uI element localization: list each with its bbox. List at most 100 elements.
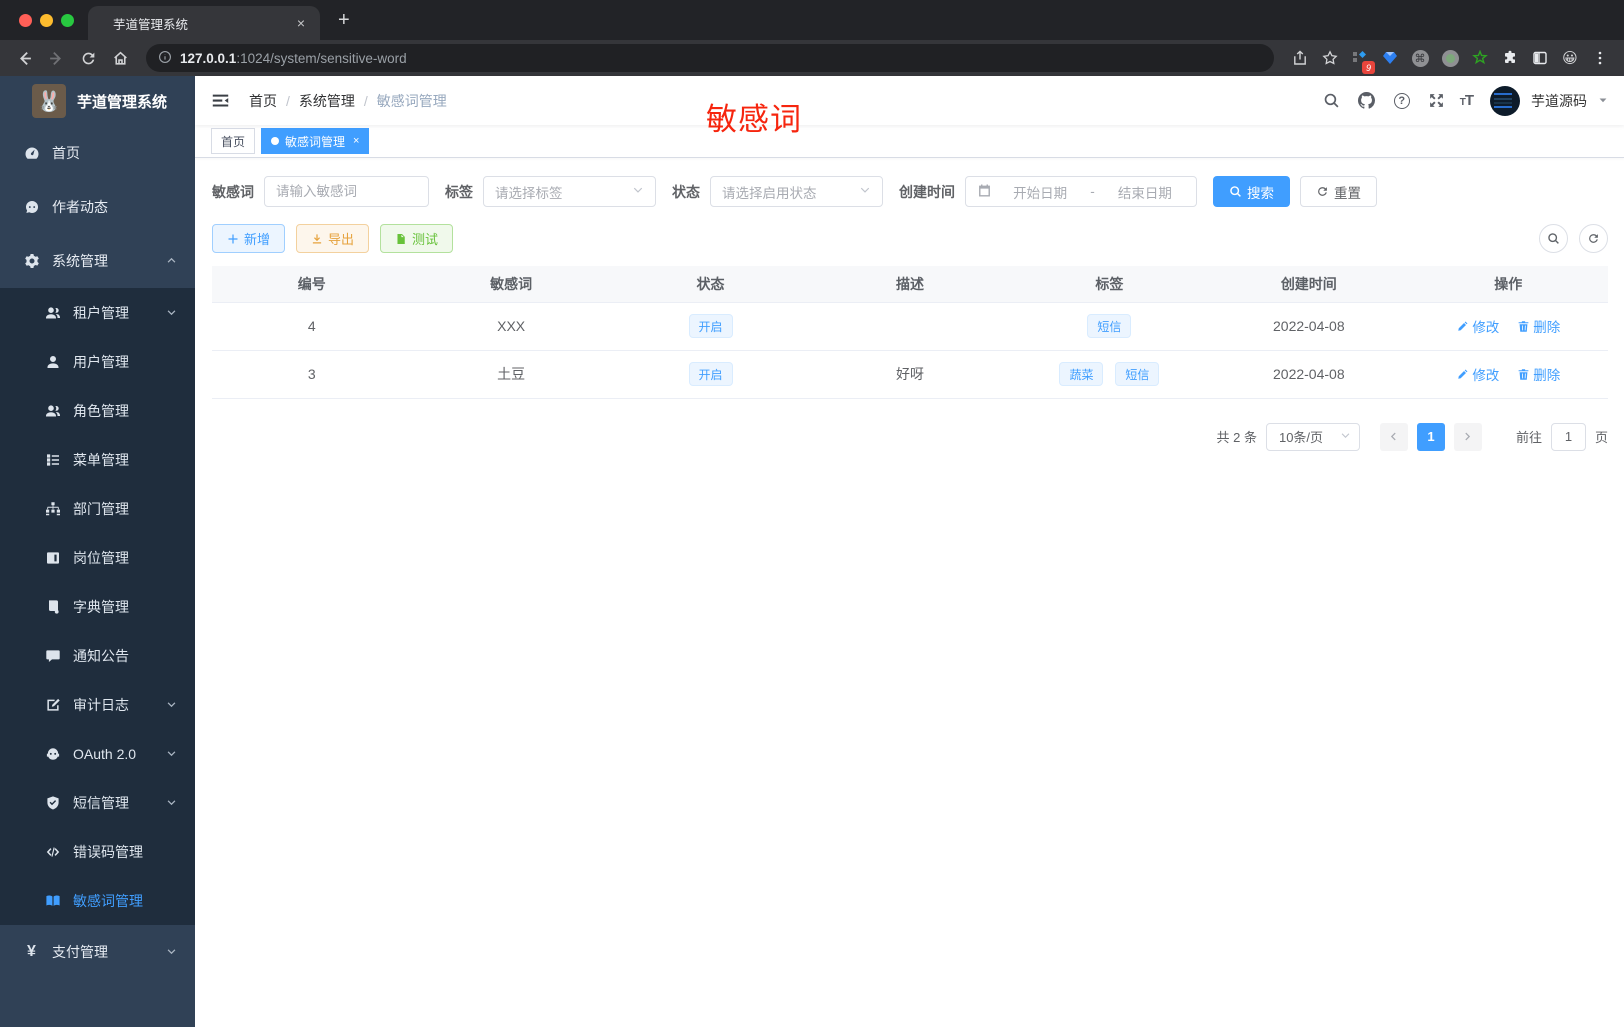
sidebar-item-dict[interactable]: 字典管理 — [0, 582, 195, 631]
cell-created: 2022-04-08 — [1209, 350, 1409, 399]
prev-page-icon[interactable] — [1379, 422, 1408, 451]
gear-icon — [23, 253, 40, 270]
col-created: 创建时间 — [1209, 266, 1409, 303]
close-window-button[interactable] — [19, 13, 32, 27]
sidebar-item-dept[interactable]: 部门管理 — [0, 484, 195, 533]
breadcrumb-system[interactable]: 系统管理 — [299, 91, 355, 111]
sidebar-item-role[interactable]: 角色管理 — [0, 386, 195, 435]
sidebar-item-oauth[interactable]: OAuth 2.0 — [0, 729, 195, 778]
goto-page-input[interactable] — [1550, 422, 1586, 451]
sidebar-item-sms[interactable]: 短信管理 — [0, 778, 195, 827]
page-number[interactable]: 1 — [1416, 422, 1445, 451]
home-icon[interactable] — [106, 44, 134, 72]
mac-window-controls[interactable] — [0, 0, 88, 40]
next-page-icon[interactable] — [1453, 422, 1482, 451]
fullscreen-icon[interactable] — [1425, 89, 1449, 113]
sidebar-item-home[interactable]: 首页 — [0, 126, 195, 180]
minimize-window-button[interactable] — [40, 13, 53, 27]
page-size-value: 10条/页 — [1278, 430, 1324, 445]
export-button[interactable]: 导出 — [296, 224, 370, 253]
sidebar-item-notice[interactable]: 通知公告 — [0, 631, 195, 680]
delete-link[interactable]: 删除 — [1517, 316, 1560, 336]
chevron-down-icon — [859, 184, 871, 199]
chevron-down-icon — [1340, 429, 1351, 444]
annotation-text: 敏感词 — [706, 102, 802, 137]
site-info-icon[interactable] — [158, 50, 172, 67]
sidebar-item-label: 支付管理 — [52, 944, 108, 960]
sidebar-item-system[interactable]: 系统管理 — [0, 234, 195, 288]
col-ops: 操作 — [1408, 266, 1608, 303]
sidebar-item-tenant[interactable]: 租户管理 — [0, 288, 195, 337]
word-input[interactable] — [276, 184, 417, 199]
close-tab-icon[interactable]: × — [292, 14, 310, 32]
table-header-row: 编号 敏感词 状态 描述 标签 创建时间 操作 — [212, 266, 1608, 303]
extension-command-icon[interactable]: ⌘ — [1406, 45, 1434, 71]
edit-link[interactable]: 修改 — [1456, 364, 1499, 384]
bookmark-star-icon[interactable] — [1316, 45, 1344, 71]
user-avatar[interactable] — [1490, 85, 1520, 116]
add-button[interactable]: 新增 — [212, 224, 286, 253]
user-menu-caret-icon[interactable] — [1598, 92, 1608, 110]
tag-badge: 蔬菜 — [1059, 362, 1104, 386]
profile-avatar-icon[interactable]: 😀 — [1556, 45, 1584, 71]
sidebar-item-audit-log[interactable]: 审计日志 — [0, 680, 195, 729]
test-button[interactable]: 测试 — [380, 224, 454, 253]
extension-tango-icon[interactable]: 9 — [1346, 45, 1375, 74]
sidebar-item-error-code[interactable]: 错误码管理 — [0, 827, 195, 876]
sidebar-item-menu[interactable]: 菜单管理 — [0, 435, 195, 484]
delete-link[interactable]: 删除 — [1517, 364, 1560, 384]
extension-record-icon[interactable] — [1436, 45, 1464, 71]
edit-link-label: 修改 — [1472, 368, 1500, 383]
help-icon[interactable]: ? — [1390, 89, 1414, 113]
start-date-placeholder: 开始日期 — [1013, 185, 1068, 201]
search-button[interactable]: 搜索 — [1213, 176, 1290, 207]
browser-menu-icon[interactable] — [1586, 45, 1614, 71]
status-select[interactable]: 请选择启用状态 — [710, 176, 883, 207]
page-size-select[interactable]: 10条/页 — [1265, 422, 1360, 451]
side-panel-icon[interactable] — [1526, 45, 1554, 71]
github-icon[interactable] — [1355, 89, 1379, 113]
edit-link[interactable]: 修改 — [1456, 316, 1499, 336]
zoom-window-button[interactable] — [61, 13, 74, 27]
tag-tab-sensitive-word[interactable]: 敏感词管理 × — [261, 128, 370, 154]
tag-select[interactable]: 请选择标签 — [483, 176, 656, 207]
extensions-puzzle-icon[interactable] — [1496, 45, 1524, 71]
sidebar-item-label: 审计日志 — [73, 696, 129, 713]
dashboard-icon — [23, 145, 40, 162]
close-tag-icon[interactable]: × — [353, 135, 359, 147]
badge-icon — [44, 549, 61, 566]
extension-badge: 9 — [1362, 61, 1375, 74]
extension-star-icon[interactable] — [1466, 45, 1494, 71]
extension-gem-icon[interactable] — [1376, 45, 1404, 71]
sidebar-item-user[interactable]: 用户管理 — [0, 337, 195, 386]
browser-toolbar: 127.0.0.1:1024/system/sensitive-word 9 ⌘ — [0, 40, 1624, 76]
sidebar-item-author-news[interactable]: 作者动态 — [0, 180, 195, 234]
export-button-label: 导出 — [328, 232, 355, 247]
date-range-picker[interactable]: 开始日期 - 结束日期 — [965, 176, 1197, 207]
search-icon[interactable] — [1320, 89, 1344, 113]
sidebar-item-sensitive-word[interactable]: 敏感词管理 — [0, 876, 195, 925]
breadcrumb-home[interactable]: 首页 — [249, 91, 277, 111]
toggle-search-icon[interactable] — [1539, 224, 1568, 253]
refresh-table-icon[interactable] — [1579, 224, 1608, 253]
font-size-icon[interactable]: TT — [1460, 92, 1474, 109]
sidebar-item-label: 用户管理 — [73, 353, 129, 370]
delete-link-label: 删除 — [1533, 320, 1561, 335]
url-bar[interactable]: 127.0.0.1:1024/system/sensitive-word — [146, 44, 1274, 72]
table-row: 3 土豆 开启 好呀 蔬菜 短信 2022-04-08 修改 删除 — [212, 350, 1608, 399]
users-icon — [44, 402, 61, 419]
yen-icon: ¥ — [27, 943, 36, 960]
users-icon — [44, 304, 61, 321]
forward-icon[interactable] — [42, 44, 70, 72]
sidebar-item-post[interactable]: 岗位管理 — [0, 533, 195, 582]
back-icon[interactable] — [10, 44, 38, 72]
fold-sidebar-icon[interactable] — [211, 90, 233, 112]
reset-button[interactable]: 重置 — [1300, 176, 1377, 207]
reload-icon[interactable] — [74, 44, 102, 72]
chevron-down-icon — [166, 305, 177, 321]
sidebar-item-payment[interactable]: ¥ 支付管理 — [0, 925, 195, 979]
new-tab-button[interactable]: + — [338, 0, 350, 40]
tag-tab-home[interactable]: 首页 — [211, 128, 256, 154]
browser-tab[interactable]: 芋道管理系统 × — [88, 6, 320, 42]
share-icon[interactable] — [1286, 45, 1314, 71]
